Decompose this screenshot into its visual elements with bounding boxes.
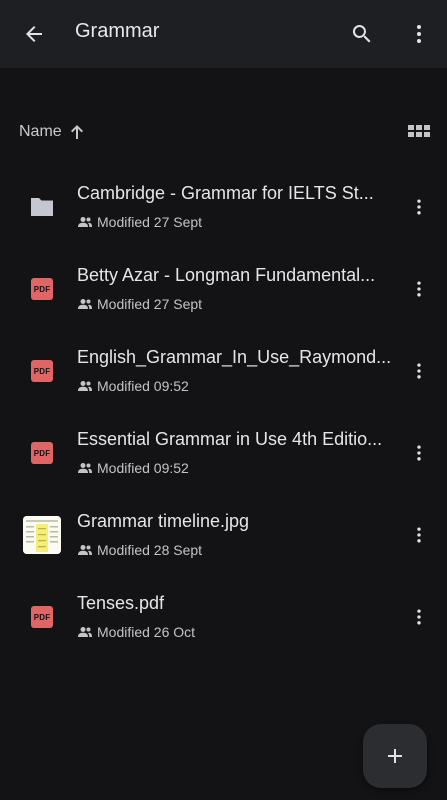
file-name: Grammar timeline.jpg	[77, 511, 250, 531]
pdf-icon: PDF	[22, 433, 62, 473]
arrow-up-icon[interactable]	[68, 122, 86, 142]
file-meta: Modified 26 Oct	[77, 623, 195, 641]
more-vert-icon	[417, 363, 421, 379]
more-options-button[interactable]	[397, 12, 441, 56]
pdf-badge: PDF	[31, 606, 53, 628]
pdf-icon: PDF	[22, 269, 62, 309]
item-more-button[interactable]	[400, 596, 438, 638]
pdf-badge: PDF	[31, 360, 53, 382]
image-thumbnail	[22, 515, 62, 555]
file-list: Cambridge - Grammar for IELTS St... Modi…	[0, 166, 447, 658]
search-icon	[352, 25, 371, 43]
back-button[interactable]	[12, 12, 56, 56]
more-vert-icon	[417, 445, 421, 461]
new-item-fab[interactable]	[363, 724, 427, 788]
grid-view-icon[interactable]	[404, 119, 434, 149]
shared-people-icon	[78, 299, 92, 309]
list-item[interactable]: Cambridge - Grammar for IELTS St... Modi…	[0, 166, 447, 248]
modified-date: Modified 09:52	[97, 378, 189, 394]
pdf-badge: PDF	[31, 278, 53, 300]
shared-people-icon	[78, 217, 92, 227]
list-item[interactable]: PDF Essential Grammar in Use 4th Editio.…	[0, 412, 447, 494]
item-more-button[interactable]	[400, 268, 438, 310]
image-preview	[23, 516, 61, 554]
modified-date: Modified 28 Sept	[97, 542, 203, 558]
item-more-button[interactable]	[400, 514, 438, 556]
more-vert-icon	[417, 199, 421, 215]
list-item[interactable]: PDF Tenses.pdf Modified 26 Oct	[0, 576, 447, 658]
sort-bar: Name	[0, 110, 447, 154]
more-vert-icon	[417, 25, 421, 43]
modified-date: Modified 27 Sept	[97, 214, 203, 230]
more-vert-icon	[417, 527, 421, 543]
more-vert-icon	[417, 609, 421, 625]
file-name: Tenses.pdf	[77, 593, 165, 613]
item-more-button[interactable]	[400, 350, 438, 392]
shared-people-icon	[78, 627, 92, 637]
file-meta: Modified 09:52	[77, 377, 189, 395]
modified-date: Modified 09:52	[97, 460, 189, 476]
search-button[interactable]	[340, 12, 384, 56]
item-more-button[interactable]	[400, 432, 438, 474]
shared-people-icon	[78, 381, 92, 391]
pdf-icon: PDF	[22, 351, 62, 391]
list-item[interactable]: Grammar timeline.jpg Modified 28 Sept	[0, 494, 447, 576]
pdf-icon: PDF	[22, 597, 62, 637]
modified-date: Modified 27 Sept	[97, 296, 203, 312]
folder-icon	[22, 187, 62, 227]
modified-date: Modified 26 Oct	[97, 624, 196, 640]
shared-people-icon	[78, 463, 92, 473]
pdf-badge: PDF	[31, 442, 53, 464]
arrow-left-icon	[26, 26, 42, 42]
more-vert-icon	[417, 281, 421, 297]
file-name: Cambridge - Grammar for IELTS St...	[77, 183, 374, 203]
list-item[interactable]: PDF Betty Azar - Longman Fundamental... …	[0, 248, 447, 330]
file-meta: Modified 28 Sept	[77, 541, 202, 559]
shared-people-icon	[78, 545, 92, 555]
file-meta: Modified 27 Sept	[77, 213, 202, 231]
sort-name-button[interactable]: Name	[19, 123, 62, 141]
file-name: English_Grammar_In_Use_Raymond...	[77, 347, 392, 367]
list-item[interactable]: PDF English_Grammar_In_Use_Raymond... Mo…	[0, 330, 447, 412]
top-app-bar: Grammar	[0, 0, 447, 68]
file-meta: Modified 27 Sept	[77, 295, 202, 313]
page-title: Grammar	[75, 20, 160, 42]
file-name: Essential Grammar in Use 4th Editio...	[77, 429, 383, 449]
item-more-button[interactable]	[400, 186, 438, 228]
file-meta: Modified 09:52	[77, 459, 189, 477]
file-name: Betty Azar - Longman Fundamental...	[77, 265, 376, 285]
plus-icon	[388, 749, 402, 763]
